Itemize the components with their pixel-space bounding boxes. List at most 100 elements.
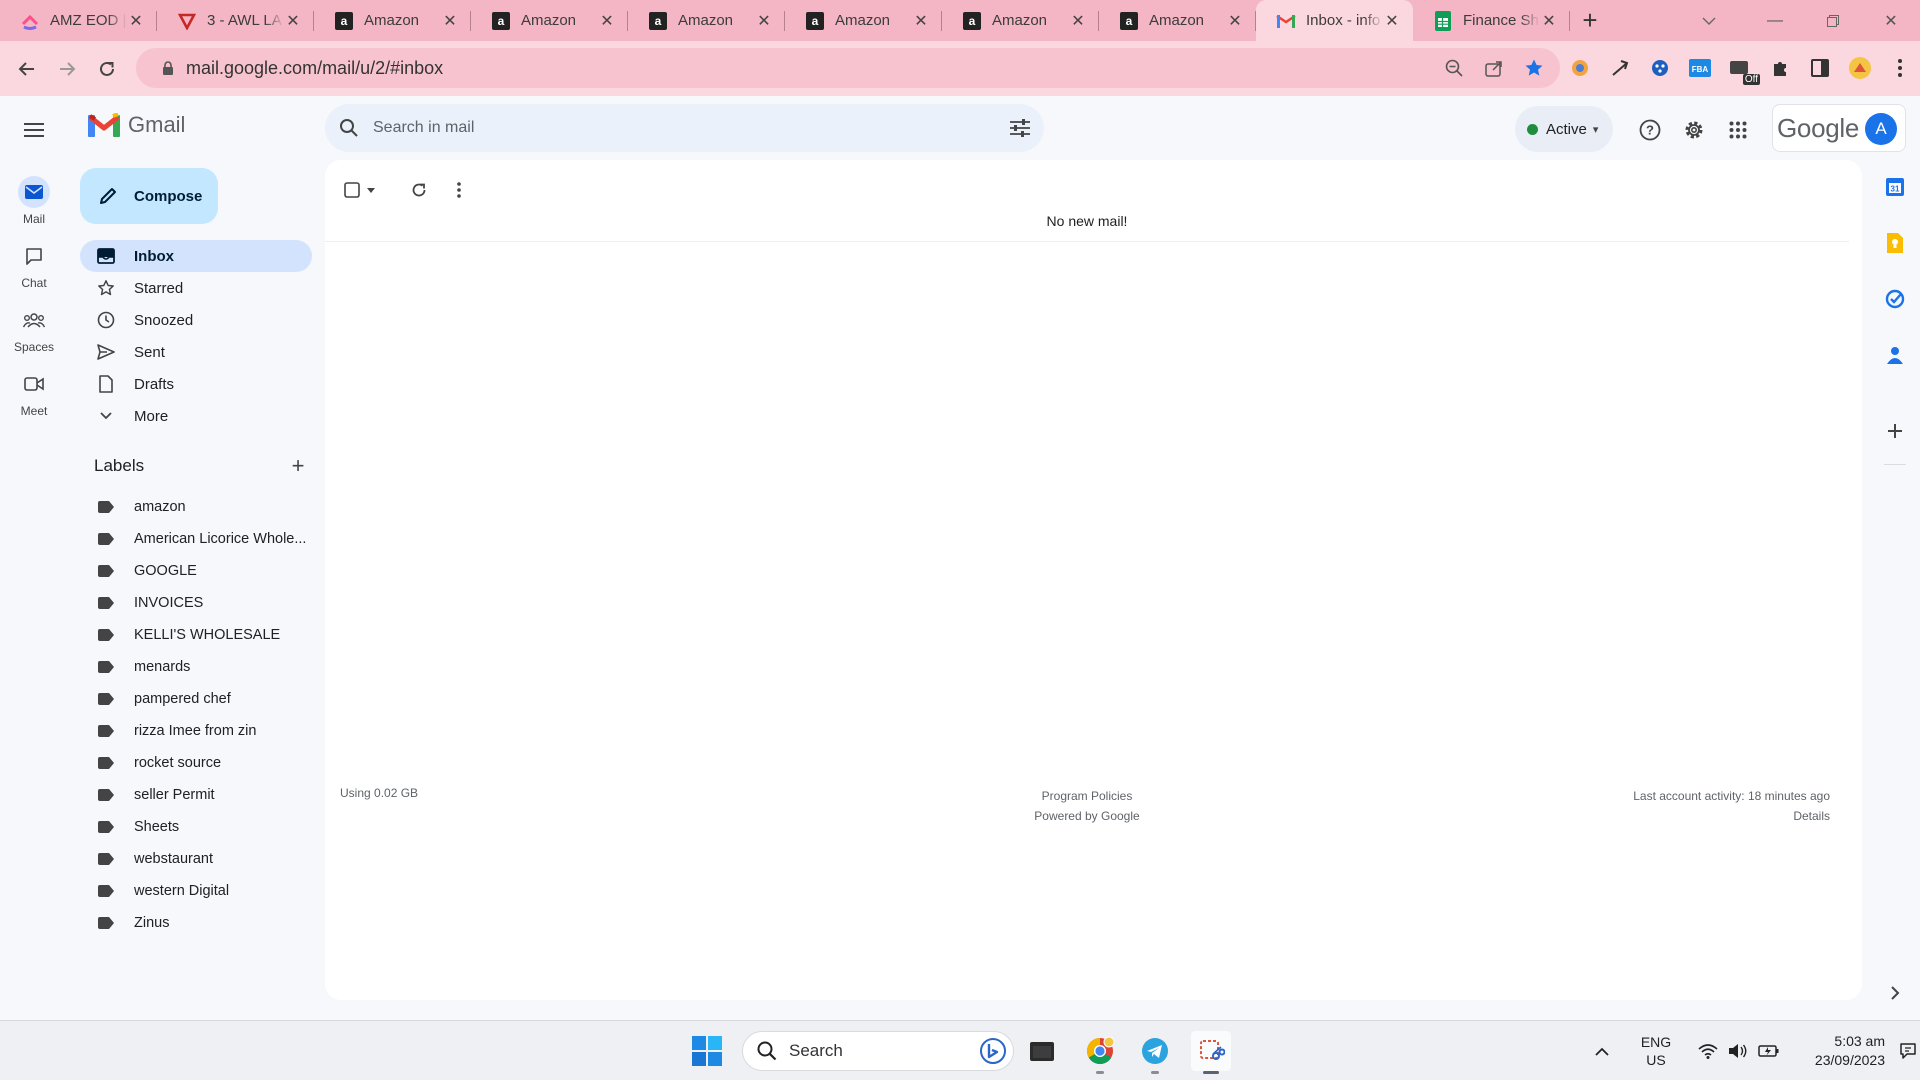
browser-tab[interactable]: 3 - AWL LA ✕ bbox=[157, 0, 314, 41]
browser-tab[interactable]: a Amazon ✕ bbox=[942, 0, 1099, 41]
puzzle-icon[interactable] bbox=[1760, 48, 1800, 88]
gmail-logo[interactable]: Gmail bbox=[88, 112, 185, 138]
search-options-icon[interactable] bbox=[996, 119, 1044, 137]
close-icon[interactable]: ✕ bbox=[755, 12, 773, 30]
label-item[interactable]: INVOICES bbox=[80, 587, 312, 619]
browser-tab[interactable]: Finance Sh ✕ bbox=[1413, 0, 1570, 41]
fba-extension-icon[interactable]: FBA bbox=[1680, 48, 1720, 88]
browser-tab[interactable]: a Amazon ✕ bbox=[471, 0, 628, 41]
wifi-icon[interactable] bbox=[1698, 1043, 1718, 1059]
address-bar[interactable]: mail.google.com/mail/u/2/#inbox bbox=[136, 48, 1560, 88]
rail-item-spaces[interactable]: Spaces bbox=[0, 304, 68, 368]
label-item[interactable]: webstaurant bbox=[80, 843, 312, 875]
label-item[interactable]: western Digital bbox=[80, 875, 312, 907]
status-chip[interactable]: Active ▾ bbox=[1515, 106, 1613, 152]
label-item[interactable]: amazon bbox=[80, 491, 312, 523]
get-addons-plus-icon[interactable] bbox=[1882, 418, 1908, 444]
avatar[interactable]: A bbox=[1865, 113, 1897, 145]
label-item[interactable]: American Licorice Whole... bbox=[80, 523, 312, 555]
extension-off-icon[interactable]: Off bbox=[1720, 48, 1760, 88]
chrome-icon[interactable] bbox=[1080, 1031, 1120, 1074]
search-input[interactable] bbox=[373, 119, 996, 137]
close-icon[interactable]: ✕ bbox=[598, 12, 616, 30]
extension-dots-icon[interactable] bbox=[1640, 48, 1680, 88]
browser-tab[interactable]: AMZ EOD | ✕ bbox=[0, 0, 157, 41]
back-icon[interactable] bbox=[7, 49, 47, 89]
file-explorer-icon[interactable] bbox=[1022, 1031, 1062, 1071]
extension-arrow-icon[interactable] bbox=[1600, 48, 1640, 88]
label-item[interactable]: GOOGLE bbox=[80, 555, 312, 587]
contacts-icon[interactable] bbox=[1882, 342, 1908, 368]
label-item[interactable]: seller Permit bbox=[80, 779, 312, 811]
new-tab-button[interactable]: + bbox=[1570, 0, 1610, 41]
reload-icon[interactable] bbox=[87, 49, 127, 89]
nav-item-snoozed[interactable]: Snoozed bbox=[80, 304, 312, 336]
language-indicator[interactable]: ENG US bbox=[1636, 1033, 1676, 1069]
label-item[interactable]: Zinus bbox=[80, 907, 312, 939]
rail-item-chat[interactable]: Chat bbox=[0, 240, 68, 304]
telegram-icon[interactable] bbox=[1135, 1031, 1175, 1074]
close-icon[interactable]: ✕ bbox=[912, 12, 930, 30]
nav-item-starred[interactable]: Starred bbox=[80, 272, 312, 304]
notifications-icon[interactable] bbox=[1899, 1042, 1917, 1060]
forward-icon[interactable] bbox=[47, 49, 87, 89]
label-item[interactable]: Sheets bbox=[80, 811, 312, 843]
nav-item-inbox[interactable]: Inbox bbox=[80, 240, 312, 272]
bing-icon[interactable] bbox=[979, 1037, 1007, 1065]
close-icon[interactable]: ✕ bbox=[127, 12, 145, 30]
profile-icon[interactable] bbox=[1840, 48, 1880, 88]
share-icon[interactable] bbox=[1482, 56, 1506, 80]
settings-gear-icon[interactable] bbox=[1674, 110, 1714, 150]
main-menu-icon[interactable] bbox=[14, 110, 54, 150]
zoom-icon[interactable] bbox=[1442, 56, 1466, 80]
close-icon[interactable]: ✕ bbox=[1069, 12, 1087, 30]
compose-button[interactable]: Compose bbox=[80, 168, 218, 224]
minimize-icon[interactable]: — bbox=[1746, 0, 1804, 41]
extension-circle-icon[interactable] bbox=[1560, 48, 1600, 88]
lock-icon[interactable] bbox=[150, 61, 186, 75]
nav-item-drafts[interactable]: Drafts bbox=[80, 368, 312, 400]
expand-panel-chevron-icon[interactable] bbox=[1882, 980, 1908, 1006]
close-icon[interactable]: ✕ bbox=[1383, 12, 1401, 30]
browser-menu-icon[interactable] bbox=[1880, 48, 1920, 88]
browser-tab[interactable]: a Amazon ✕ bbox=[314, 0, 471, 41]
close-icon[interactable]: ✕ bbox=[441, 12, 459, 30]
browser-tab[interactable]: a Amazon ✕ bbox=[628, 0, 785, 41]
keep-icon[interactable] bbox=[1882, 230, 1908, 256]
label-item[interactable]: rocket source bbox=[80, 747, 312, 779]
label-item[interactable]: menards bbox=[80, 651, 312, 683]
rail-item-mail[interactable]: Mail bbox=[0, 176, 68, 240]
browser-tab[interactable]: a Amazon ✕ bbox=[1099, 0, 1256, 41]
rail-item-meet[interactable]: Meet bbox=[0, 368, 68, 432]
browser-tab[interactable]: a Amazon ✕ bbox=[785, 0, 942, 41]
windows-start-icon[interactable] bbox=[690, 1034, 726, 1070]
label-item[interactable]: pampered chef bbox=[80, 683, 312, 715]
browser-tab-active[interactable]: Inbox - info ✕ bbox=[1256, 0, 1413, 41]
close-icon[interactable]: ✕ bbox=[1226, 12, 1244, 30]
add-label-icon[interactable]: + bbox=[286, 453, 310, 478]
chevron-up-icon[interactable] bbox=[1588, 1047, 1616, 1056]
search-icon[interactable] bbox=[325, 118, 373, 138]
help-icon[interactable]: ? bbox=[1630, 110, 1670, 150]
label-item[interactable]: KELLI'S WHOLESALE bbox=[80, 619, 312, 651]
label-item[interactable]: rizza Imee from zin bbox=[80, 715, 312, 747]
battery-icon[interactable] bbox=[1758, 1044, 1780, 1058]
nav-item-sent[interactable]: Sent bbox=[80, 336, 312, 368]
bookmark-star-icon[interactable] bbox=[1522, 56, 1546, 80]
calendar-icon[interactable]: 31 bbox=[1882, 174, 1908, 200]
restore-icon[interactable] bbox=[1804, 0, 1862, 41]
taskbar-search[interactable]: Search bbox=[742, 1031, 1014, 1071]
close-icon[interactable]: ✕ bbox=[1540, 12, 1558, 30]
search-bar[interactable] bbox=[325, 104, 1044, 152]
nav-item-more[interactable]: More bbox=[80, 400, 312, 432]
tasks-icon[interactable] bbox=[1882, 286, 1908, 312]
side-panel-icon[interactable] bbox=[1800, 48, 1840, 88]
program-policies-link[interactable]: Program Policies bbox=[325, 786, 1849, 806]
snipping-tool-icon[interactable] bbox=[1191, 1031, 1231, 1074]
apps-grid-icon[interactable] bbox=[1718, 110, 1758, 150]
details-link[interactable]: Details bbox=[1633, 806, 1830, 826]
clock[interactable]: 5:03 am 23/09/2023 bbox=[1810, 1032, 1885, 1070]
close-icon[interactable]: ✕ bbox=[284, 12, 302, 30]
close-window-icon[interactable]: ✕ bbox=[1862, 0, 1920, 41]
tab-search-icon[interactable] bbox=[1694, 6, 1724, 36]
